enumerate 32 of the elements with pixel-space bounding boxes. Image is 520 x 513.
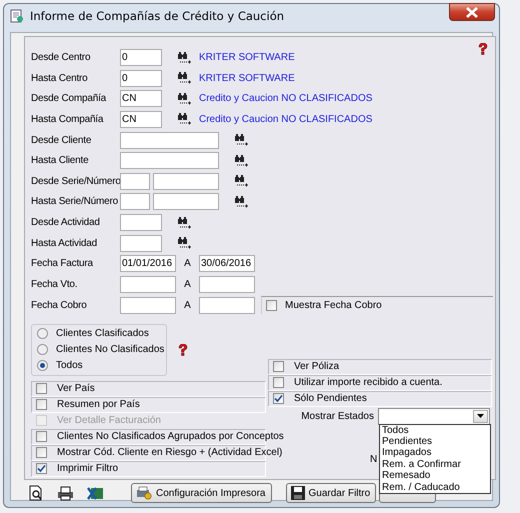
field-label: Desde Actividad [31, 217, 101, 228]
field-label: Desde Compañía [31, 93, 108, 104]
checkbox-label: Imprimir Filtro [57, 463, 118, 474]
checkbox-label: Sólo Pendientes [294, 393, 367, 404]
field-label: Fecha Cobro [31, 300, 88, 311]
checkbox-label: Utilizar importe recibido a cuenta. [294, 377, 442, 388]
field-label: Desde Serie/Número [31, 176, 120, 187]
field-label: Desde Cliente [31, 134, 92, 146]
field-label: Hasta Compañía [31, 114, 104, 125]
range-separator: A [183, 258, 192, 270]
field-label: Mostrar Estados [301, 410, 374, 422]
checkbox-label: Mostrar Cód. Cliente en Riesgo + (Actividad Excel) [57, 447, 282, 458]
checkbox-label: Clientes No Clasificados Agrupados por Conceptos [57, 431, 284, 442]
field-label: Desde Centro [31, 52, 92, 63]
checkbox-label: Muestra Fecha Cobro [285, 300, 382, 312]
field-label: Hasta Centro [31, 72, 89, 84]
field-label: Hasta Actividad [31, 238, 98, 249]
radio-label: Clientes Clasificados [56, 328, 149, 340]
field-label: Hasta Serie/Número [31, 196, 119, 208]
checkbox-label: Ver Póliza [294, 361, 340, 372]
field-label: N [370, 454, 378, 465]
radio-label: Todos [56, 360, 83, 372]
radio-label: Clientes No Clasificados [56, 344, 164, 356]
field-label: Fecha Vto. [31, 279, 78, 290]
window-title: Informe de Compañías de Crédito y Caución [30, 9, 286, 23]
checkbox-label: Resumen por País [57, 399, 140, 410]
range-separator: A [183, 300, 192, 311]
checkbox-label: Ver Detalle Facturación [57, 415, 161, 426]
field-label: Fecha Factura [31, 258, 94, 270]
checkbox-label: Ver País [57, 383, 95, 394]
range-separator: A [183, 279, 192, 290]
field-label: Hasta Cliente [31, 155, 90, 166]
